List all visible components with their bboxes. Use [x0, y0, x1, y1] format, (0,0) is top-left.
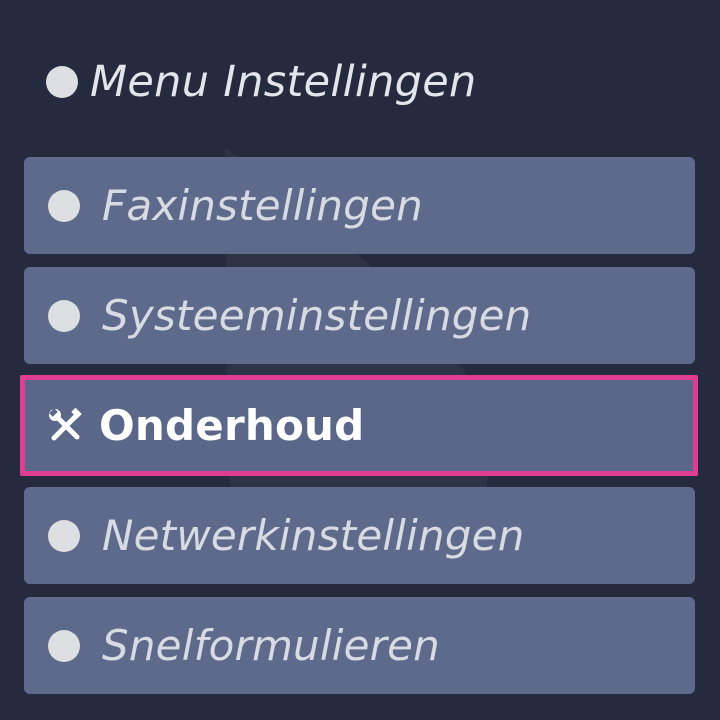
- menu-item-snelformulieren[interactable]: Snelformulieren: [24, 597, 695, 694]
- bullet-icon: [48, 189, 80, 222]
- menu-item-label: Onderhoud: [99, 401, 365, 450]
- menu-item-netwerkinstellingen[interactable]: Netwerkinstellingen: [24, 487, 695, 584]
- menu-item-label: Faxinstellingen: [102, 181, 423, 230]
- bullet-icon: [48, 629, 80, 662]
- menu-title: Menu Instellingen: [46, 52, 477, 112]
- menu-title-label: Menu Instellingen: [90, 57, 477, 107]
- menu-item-label: Systeeminstellingen: [102, 291, 532, 340]
- menu-item-systeeminstellingen[interactable]: Systeeminstellingen: [24, 267, 695, 364]
- bullet-icon: [48, 519, 80, 552]
- bullet-icon: [48, 299, 80, 332]
- menu-screen: Menu Instellingen Faxinstellingen Systee…: [0, 0, 720, 720]
- menu-item-faxinstellingen[interactable]: Faxinstellingen: [24, 157, 695, 254]
- menu-item-label: Netwerkinstellingen: [102, 511, 525, 560]
- menu-item-label: Snelformulieren: [102, 621, 440, 670]
- tools-icon: [49, 407, 82, 440]
- bullet-icon: [46, 66, 78, 98]
- menu-item-onderhoud[interactable]: Onderhoud: [20, 375, 698, 476]
